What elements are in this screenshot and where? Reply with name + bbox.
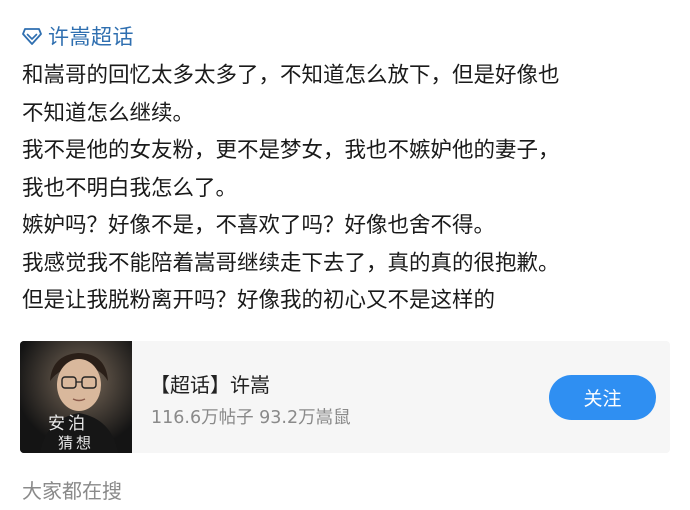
topic-tag[interactable]: 许嵩超话 [22,20,134,52]
card-title: 【超话】许嵩 [150,373,270,397]
super-topic-card[interactable]: 安 泊 猜 想 【超话】许嵩 116.6万帖子 93.2万嵩鼠 关注 [20,341,670,453]
post-text-line: 嫉妒吗？好像不是，不喜欢了吗？好像也舍不得。 [22,213,496,238]
thumbnail-text: 猜 [58,434,73,452]
post-text-line: 我感觉我不能陪着嵩哥继续走下去了，真的真的很抱歉。 [22,250,560,276]
post-text-line: 不知道怎么继续。 [22,100,195,126]
card-stats: 116.6万帖子 93.2万嵩鼠 [151,408,351,428]
trending-search-label: 大家都在搜 [22,479,122,503]
post-text-line: 我也不明白我怎么了。 [22,175,238,201]
post-text-line: 但是让我脱粉离开吗？好像我的初心又不是这样的 [22,288,496,313]
follow-button[interactable]: 关注 [549,375,656,420]
topic-label[interactable]: 许嵩超话 [48,21,134,51]
topic-thumbnail: 安 泊 猜 想 [20,341,132,453]
diamond-icon [22,26,42,46]
thumbnail-text: 想 [76,434,91,452]
post-body: 和嵩哥的回忆太多太多了，不知道怎么放下，但是好像也 不知道怎么继续。 我不是他的… [22,57,677,320]
thumbnail-text: 安 [48,414,65,434]
thumbnail-text: 泊 [68,414,85,434]
post-text-line: 和嵩哥的回忆太多太多了，不知道怎么放下，但是好像也 [22,63,560,88]
post-text-line: 我不是他的女友粉，更不是梦女，我也不嫉妒他的妻子， [22,138,560,163]
